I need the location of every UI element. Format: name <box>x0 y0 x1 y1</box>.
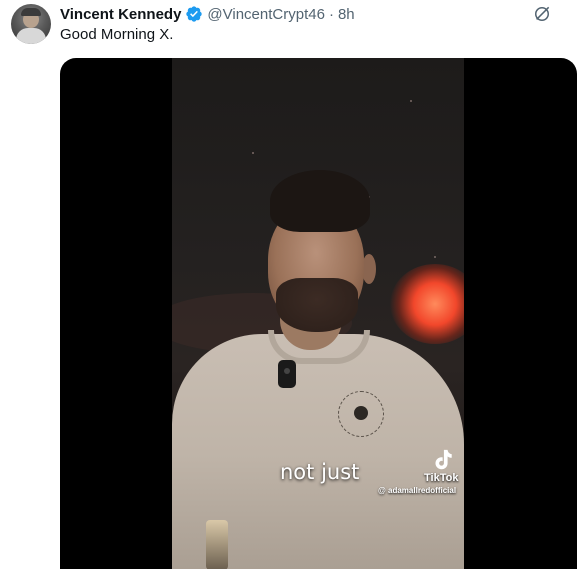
tiktok-logo-icon <box>435 449 452 470</box>
tweet-text: Good Morning X. <box>60 26 174 43</box>
tweet-header: Vincent Kennedy @VincentCrypt46 · 8h <box>60 4 355 24</box>
tiktok-watermark-user: @ adamallredofficial <box>378 486 457 495</box>
grok-icon[interactable] <box>532 4 552 24</box>
shirt-logo <box>338 391 384 437</box>
author-handle[interactable]: @VincentCrypt46 <box>207 6 325 23</box>
tiktok-watermark-brand: TikTok <box>424 472 459 484</box>
video-caption: not just <box>280 460 360 484</box>
timestamp[interactable]: 8h <box>338 6 355 23</box>
lapel-microphone <box>278 360 296 388</box>
separator-dot: · <box>328 5 334 23</box>
author-name[interactable]: Vincent Kennedy <box>60 6 181 23</box>
avatar[interactable] <box>11 4 51 44</box>
video-frame: not just TikTok @ adamallredofficial <box>172 58 464 569</box>
verified-badge-icon <box>186 6 203 22</box>
video-player[interactable]: not just TikTok @ adamallredofficial <box>60 58 577 569</box>
